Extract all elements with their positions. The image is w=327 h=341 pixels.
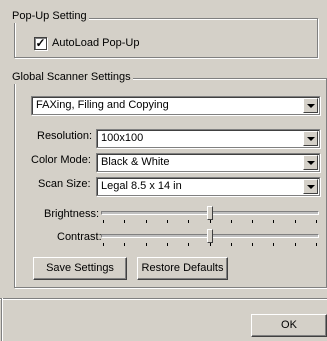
brightness-slider-tick (210, 220, 211, 223)
brightness-slider-tick (188, 220, 189, 223)
contrast-slider-tick (188, 243, 189, 246)
chevron-down-icon[interactable] (303, 98, 318, 113)
brightness-slider-tick (231, 220, 232, 223)
popup-setting-title: Pop-Up Setting (10, 10, 89, 23)
brightness-slider-tick (146, 220, 147, 223)
chevron-down-icon[interactable] (303, 155, 318, 170)
resolution-value: 100x100 (101, 132, 144, 144)
contrast-slider-tick (252, 243, 253, 246)
scan-size-label: Scan Size: (38, 178, 91, 190)
contrast-slider-tick (210, 243, 211, 246)
contrast-slider-thumb[interactable] (207, 229, 213, 243)
contrast-slider-tick (273, 243, 274, 246)
ok-button[interactable]: OK (251, 314, 327, 337)
brightness-slider[interactable] (101, 205, 319, 225)
scan-profile-value: FAXing, Filing and Copying (36, 99, 169, 111)
panel-left-divider (1, 298, 3, 341)
contrast-slider-tick (316, 243, 317, 246)
brightness-slider-tick (273, 220, 274, 223)
brightness-slider-tick (124, 220, 125, 223)
save-settings-button[interactable]: Save Settings (33, 257, 127, 280)
contrast-slider-tick (295, 243, 296, 246)
brightness-slider-thumb[interactable] (207, 206, 213, 220)
color-mode-label: Color Mode: (31, 154, 91, 166)
contrast-label: Contrast: (57, 231, 102, 243)
global-scanner-settings-title: Global Scanner Settings (10, 71, 133, 84)
contrast-slider-tick (124, 243, 125, 246)
scan-size-select[interactable]: Legal 8.5 x 14 in (96, 177, 320, 196)
checkmark-icon: ✓ (35, 36, 46, 50)
contrast-slider-tick (146, 243, 147, 246)
brightness-slider-tick (167, 220, 168, 223)
brightness-slider-tick (252, 220, 253, 223)
brightness-slider-tick (295, 220, 296, 223)
brightness-label: Brightness: (44, 208, 100, 220)
scan-size-value: Legal 8.5 x 14 in (101, 180, 182, 192)
autoload-popup-label[interactable]: AutoLoad Pop-Up (52, 37, 139, 50)
contrast-slider-tick (103, 243, 104, 246)
autoload-popup-checkbox[interactable]: ✓ (34, 37, 47, 50)
color-mode-value: Black & White (101, 156, 170, 168)
contrast-slider-tick (167, 243, 168, 246)
brightness-slider-tick (103, 220, 104, 223)
color-mode-select[interactable]: Black & White (96, 153, 320, 172)
panel-bottom-divider (0, 298, 327, 300)
brightness-slider-tick (316, 220, 317, 223)
scan-profile-select[interactable]: FAXing, Filing and Copying (31, 96, 320, 115)
resolution-label: Resolution: (37, 130, 93, 142)
chevron-down-icon[interactable] (303, 179, 318, 194)
resolution-select[interactable]: 100x100 (96, 129, 320, 148)
contrast-slider[interactable] (101, 228, 319, 248)
contrast-slider-tick (231, 243, 232, 246)
restore-defaults-button[interactable]: Restore Defaults (137, 257, 228, 280)
chevron-down-icon[interactable] (303, 131, 318, 146)
